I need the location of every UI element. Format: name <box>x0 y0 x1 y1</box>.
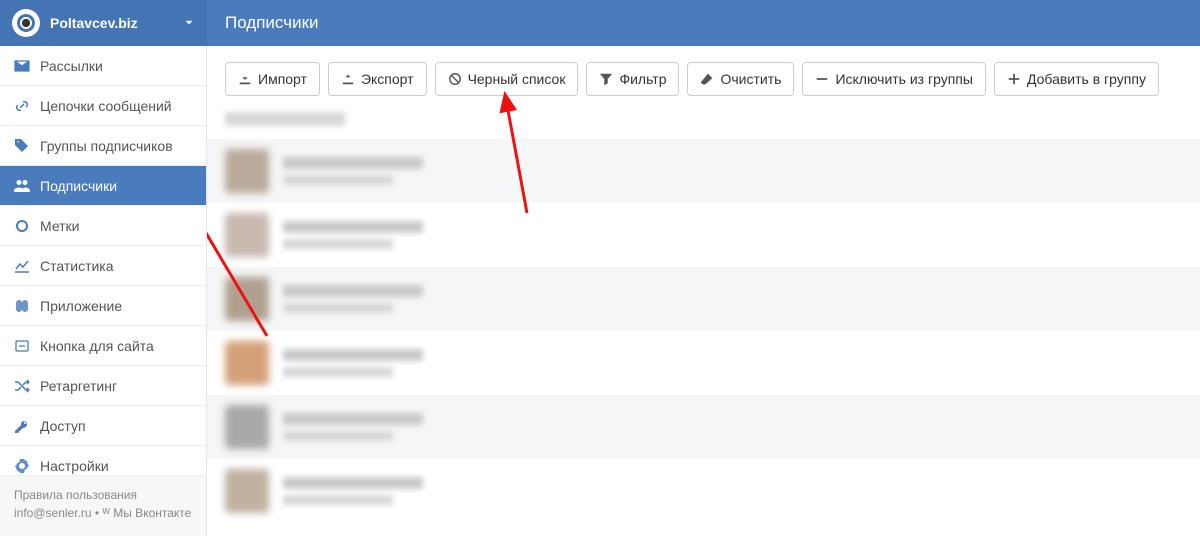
key-icon <box>14 418 30 434</box>
sidebar-item-метки[interactable]: Метки <box>0 206 206 246</box>
экспорт-button[interactable]: Экспорт <box>328 62 427 96</box>
sidebar-item-label: Подписчики <box>40 178 117 194</box>
sidebar-footer: Правила пользования info@senler.ru • ᵂ М… <box>0 475 206 536</box>
subscriber-row[interactable] <box>207 139 1200 203</box>
brand-logo <box>12 9 40 37</box>
sidebar-item-label: Доступ <box>40 418 86 434</box>
filter-icon <box>599 72 613 86</box>
исключить-из-группы-button[interactable]: Исключить из группы <box>802 62 986 96</box>
subscriber-info <box>283 477 423 505</box>
footer-terms-link[interactable]: Правила пользования <box>14 486 192 504</box>
sidebar-item-label: Группы подписчиков <box>40 138 173 154</box>
cog-icon <box>14 458 30 474</box>
avatar <box>225 149 269 193</box>
sidebar-item-ретаргетинг[interactable]: Ретаргетинг <box>0 366 206 406</box>
toolbar: Импорт Экспорт Черный список Фильтр Очистить… <box>207 46 1200 106</box>
subscriber-info <box>283 413 423 441</box>
sidebar-item-label: Рассылки <box>40 58 103 74</box>
sidebar-item-label: Метки <box>40 218 80 234</box>
envelope-icon <box>14 58 30 74</box>
subscriber-row[interactable] <box>207 267 1200 331</box>
circle-icon <box>14 218 30 234</box>
chart-line-icon <box>14 258 30 274</box>
sidebar-item-приложение[interactable]: Приложение <box>0 286 206 326</box>
plus-icon <box>1007 72 1021 86</box>
sidebar-item-label: Ретаргетинг <box>40 378 117 394</box>
фильтр-button[interactable]: Фильтр <box>586 62 679 96</box>
sidebar-item-статистика[interactable]: Статистика <box>0 246 206 286</box>
ban-icon <box>448 72 462 86</box>
link-icon <box>14 98 30 114</box>
sidebar-item-цепочки-сообщений[interactable]: Цепочки сообщений <box>0 86 206 126</box>
avatar <box>225 405 269 449</box>
chevron-down-icon <box>183 17 195 29</box>
download-icon <box>238 72 252 86</box>
sidebar-item-label: Настройки <box>40 458 109 474</box>
subscriber-row[interactable] <box>207 395 1200 459</box>
sidebar-item-label: Статистика <box>40 258 114 274</box>
очистить-button[interactable]: Очистить <box>687 62 794 96</box>
добавить-в-группу-button[interactable]: Добавить в группу <box>994 62 1159 96</box>
sidebar-item-группы-подписчиков[interactable]: Группы подписчиков <box>0 126 206 166</box>
subscriber-info <box>283 221 423 249</box>
brand-switcher[interactable]: Poltavcev.biz <box>0 0 207 46</box>
черный-список-button[interactable]: Черный список <box>435 62 579 96</box>
sidebar-nav: Рассылки Цепочки сообщений Группы подписчи… <box>0 46 206 475</box>
app-icon <box>14 298 30 314</box>
footer-contact: info@senler.ru • ᵂ Мы Вконтакте <box>14 504 192 522</box>
subscriber-info <box>283 285 423 313</box>
eraser-icon <box>700 72 714 86</box>
subscriber-info <box>283 349 423 377</box>
shuffle-icon <box>14 378 30 394</box>
subscriber-row[interactable] <box>207 331 1200 395</box>
sidebar-item-доступ[interactable]: Доступ <box>0 406 206 446</box>
avatar <box>225 277 269 321</box>
sidebar-item-подписчики[interactable]: Подписчики <box>0 166 206 206</box>
button-label: Фильтр <box>619 71 666 87</box>
avatar <box>225 469 269 513</box>
list-header <box>207 106 1200 139</box>
sidebar: Рассылки Цепочки сообщений Группы подписчи… <box>0 46 207 536</box>
sidebar-item-настройки[interactable]: Настройки <box>0 446 206 475</box>
minus-icon <box>815 72 829 86</box>
sidebar-item-кнопка-для-сайта[interactable]: Кнопка для сайта <box>0 326 206 366</box>
button-label: Импорт <box>258 71 307 87</box>
avatar <box>225 341 269 385</box>
widget-icon <box>14 338 30 354</box>
subscriber-info <box>283 157 423 185</box>
sidebar-item-label: Цепочки сообщений <box>40 98 172 114</box>
subscribers-list <box>207 139 1200 523</box>
avatar <box>225 213 269 257</box>
импорт-button[interactable]: Импорт <box>225 62 320 96</box>
main-content: Импорт Экспорт Черный список Фильтр Очистить… <box>207 46 1200 536</box>
sidebar-item-label: Приложение <box>40 298 122 314</box>
sidebar-item-рассылки[interactable]: Рассылки <box>0 46 206 86</box>
users-icon <box>14 178 30 194</box>
tags-icon <box>14 138 30 154</box>
subscriber-row[interactable] <box>207 203 1200 267</box>
button-label: Черный список <box>468 71 566 87</box>
button-label: Очистить <box>720 71 781 87</box>
button-label: Экспорт <box>361 71 414 87</box>
page-title: Подписчики <box>207 0 1200 46</box>
upload-icon <box>341 72 355 86</box>
button-label: Добавить в группу <box>1027 71 1146 87</box>
brand-name: Poltavcev.biz <box>50 15 183 31</box>
sidebar-item-label: Кнопка для сайта <box>40 338 154 354</box>
subscriber-row[interactable] <box>207 459 1200 523</box>
button-label: Исключить из группы <box>835 71 973 87</box>
topbar: Poltavcev.biz Подписчики <box>0 0 1200 46</box>
